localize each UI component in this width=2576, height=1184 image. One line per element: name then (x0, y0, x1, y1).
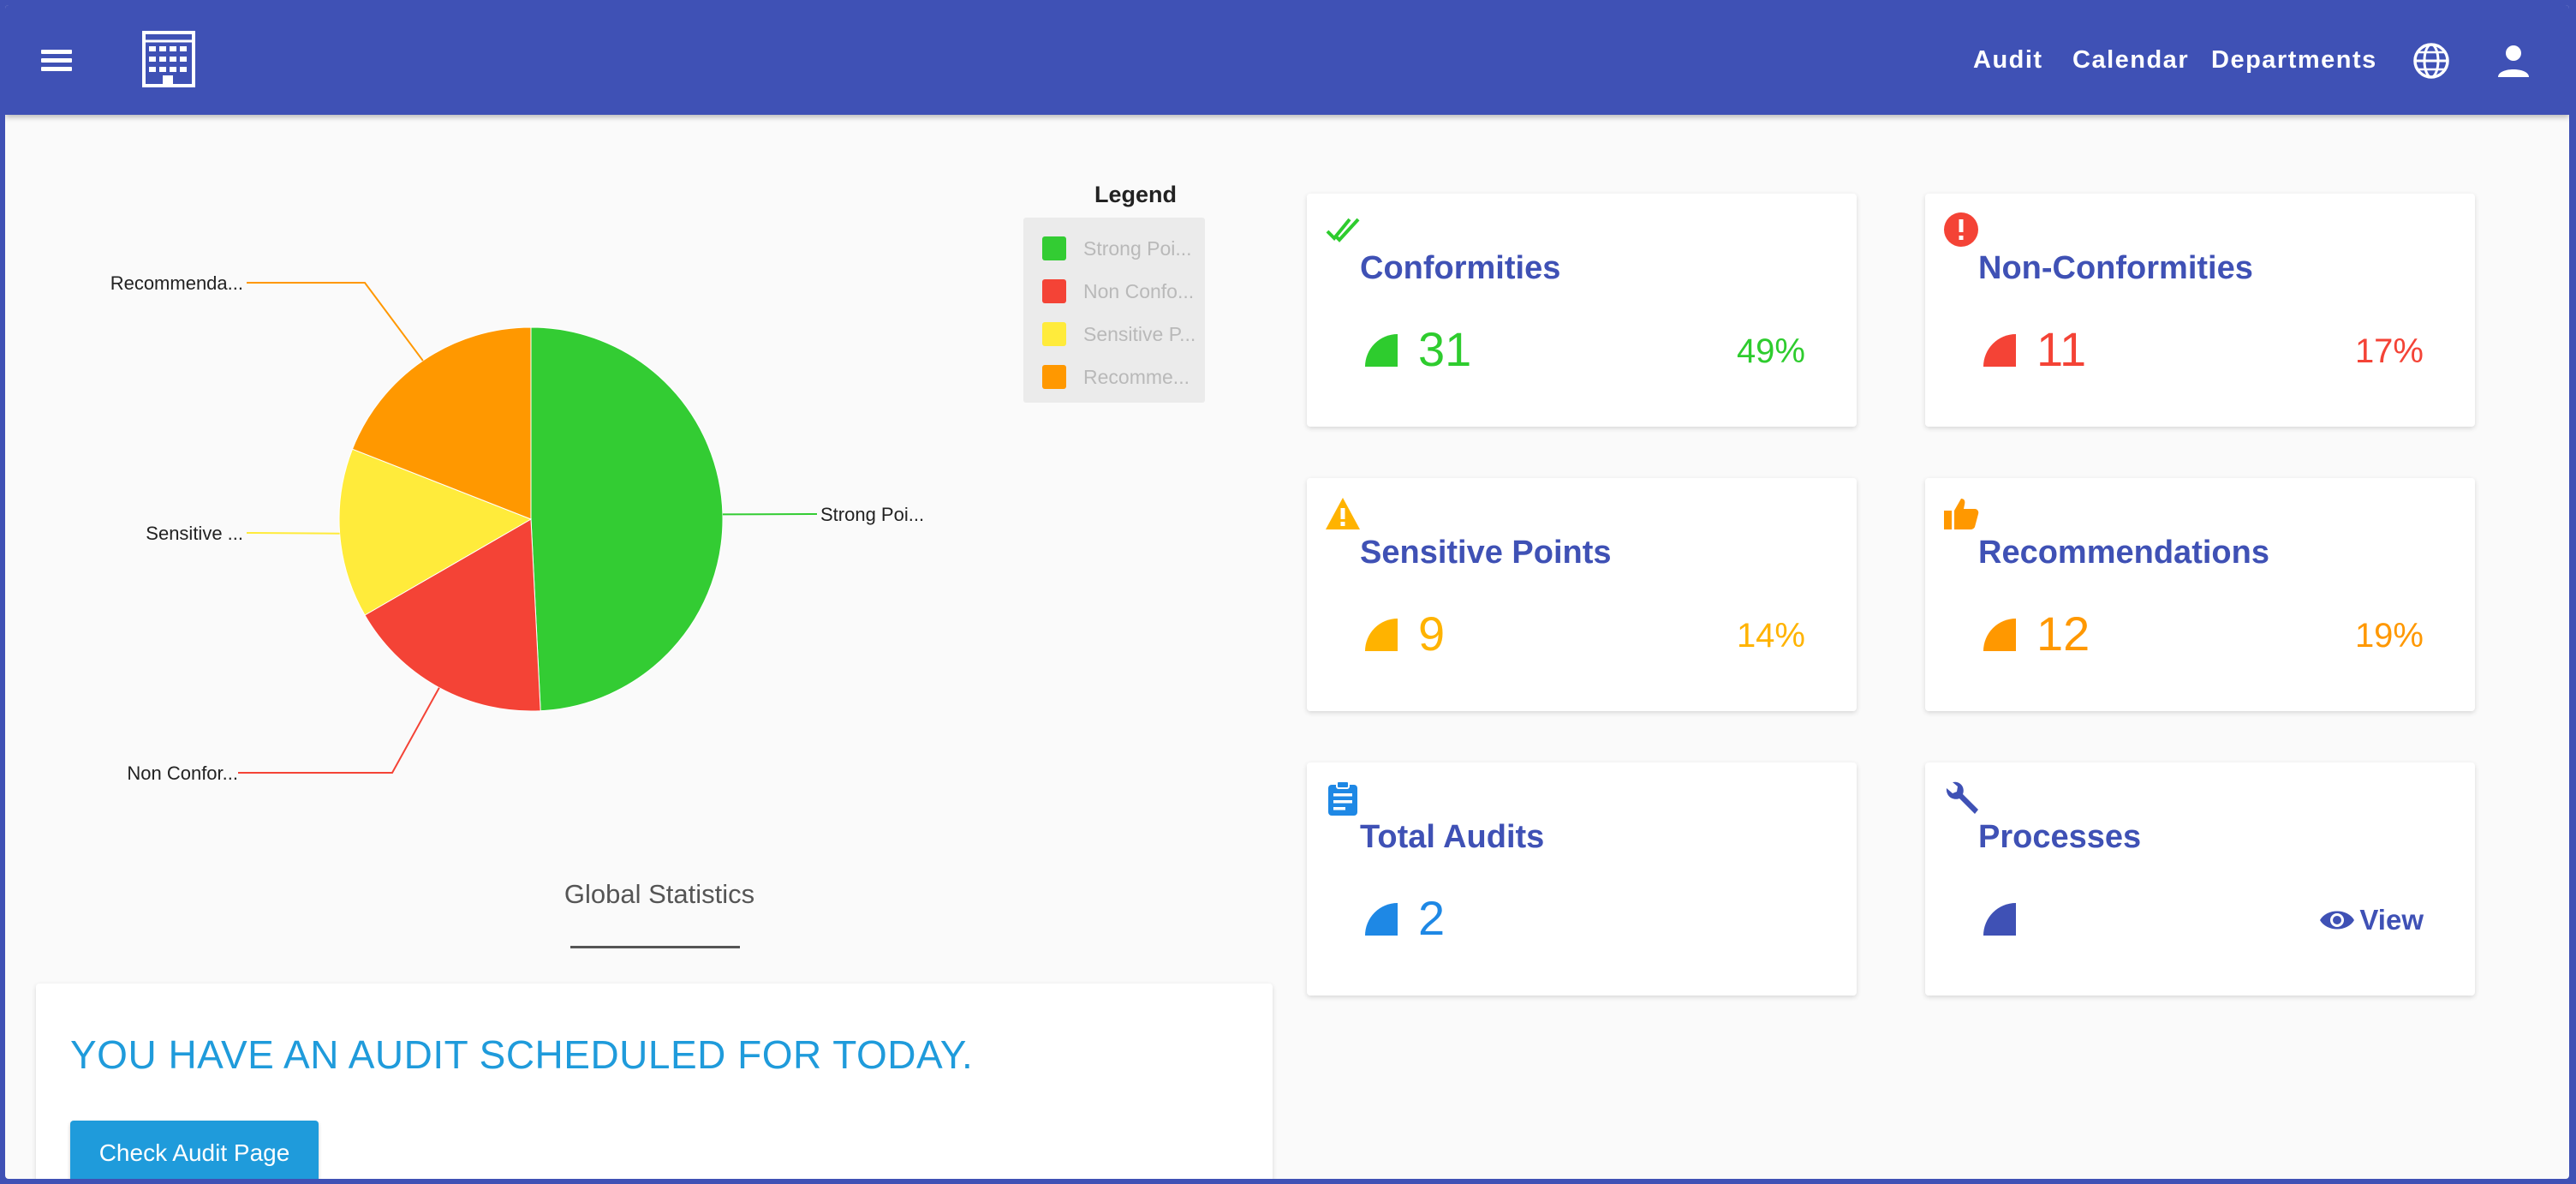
pie-leader-line (238, 687, 440, 774)
pie-chart: Strong Poi... Non Confor... Sensitive ... R… (110, 272, 924, 784)
chart-title-underline (570, 946, 740, 948)
total-audits-card[interactable]: Total Audits 2 (1307, 762, 1857, 996)
top-app-bar: Audit Calendar Departments (5, 5, 2569, 115)
check-audit-page-button[interactable]: Check Audit Page (70, 1121, 319, 1179)
legend-swatch (1042, 279, 1066, 303)
exclamation-circle-icon (1944, 212, 1978, 247)
building-logo-icon[interactable] (142, 31, 195, 87)
card-value: 9 (1418, 607, 1446, 661)
pie-label-sensitive-points: Sensitive ... (146, 523, 243, 544)
sensitive-points-card[interactable]: Sensitive Points 9 14% (1307, 478, 1857, 711)
view-processes-button[interactable]: View (2318, 900, 2424, 941)
non-conformities-card[interactable]: Non-Conformities 11 17% (1925, 194, 2475, 427)
card-title: Conformities (1360, 250, 1561, 286)
thumbs-up-icon (1944, 499, 1979, 529)
card-value: 2 (1418, 891, 1446, 945)
card-title: Sensitive Points (1360, 535, 1612, 571)
quarter-pie-icon (1983, 334, 2016, 367)
conformities-card[interactable]: Conformities 31 49% (1307, 194, 1857, 427)
app-frame: Audit Calendar Departments Strong Poi...… (5, 5, 2569, 1179)
double-check-icon (1326, 218, 1360, 242)
audit-alert-message: YOU HAVE AN AUDIT SCHEDULED FOR TODAY. (70, 1032, 974, 1077)
pie-label-recommendations: Recommenda... (110, 272, 243, 294)
recommendations-card[interactable]: Recommendations 12 19% (1925, 478, 2475, 711)
legend-label: Recomme... (1083, 366, 1190, 388)
chart-legend: Strong Poi... Non Confo... Sensitive P..… (1023, 218, 1205, 403)
pie-leader-line (247, 532, 340, 535)
legend-swatch (1042, 365, 1066, 389)
quarter-pie-icon (1365, 903, 1398, 936)
legend-label: Sensitive P... (1083, 323, 1196, 345)
clipboard-icon (1328, 780, 1357, 816)
quarter-pie-icon (1983, 619, 2016, 651)
card-value: 31 (1418, 322, 1472, 376)
pie-slice-strong-points[interactable] (530, 326, 724, 712)
card-title: Total Audits (1360, 819, 1545, 855)
card-percent: 17% (2354, 332, 2424, 370)
legend-swatch (1042, 322, 1066, 346)
view-label: View (2359, 904, 2424, 936)
nav-calendar[interactable]: Calendar (2072, 5, 2189, 115)
card-title: Recommendations (1978, 535, 2269, 571)
globe-icon[interactable] (2412, 41, 2451, 81)
pie-leader-line (247, 282, 424, 362)
card-percent: 19% (2354, 617, 2424, 655)
quarter-pie-icon (1983, 903, 2016, 936)
card-value: 11 (2036, 322, 2087, 376)
legend-swatch (1042, 236, 1066, 260)
menu-icon[interactable] (34, 39, 79, 81)
nav-departments[interactable]: Departments (2211, 5, 2377, 115)
quarter-pie-icon (1365, 334, 1398, 367)
legend-label: Non Confo... (1083, 280, 1195, 302)
pie-label-strong-points: Strong Poi... (820, 504, 924, 525)
wrench-icon (1946, 781, 1978, 814)
legend-title: Legend (1094, 182, 1177, 207)
warning-icon (1326, 498, 1360, 529)
card-title: Non-Conformities (1978, 250, 2253, 286)
card-value: 12 (2036, 607, 2090, 661)
nav-audit[interactable]: Audit (1973, 5, 2043, 115)
audit-alert-card: YOU HAVE AN AUDIT SCHEDULED FOR TODAY. C… (36, 984, 1273, 1179)
card-title: Processes (1978, 819, 2142, 855)
card-percent: 49% (1736, 332, 1805, 370)
card-percent: 14% (1736, 617, 1805, 655)
processes-card[interactable]: Processes View (1925, 762, 2475, 996)
pie-label-non-conformities: Non Confor... (127, 762, 238, 784)
eye-icon (2320, 911, 2355, 930)
chart-title: Global Statistics (564, 879, 755, 909)
legend-label: Strong Poi... (1083, 237, 1192, 260)
quarter-pie-icon (1365, 619, 1398, 651)
account-icon[interactable] (2494, 41, 2533, 81)
